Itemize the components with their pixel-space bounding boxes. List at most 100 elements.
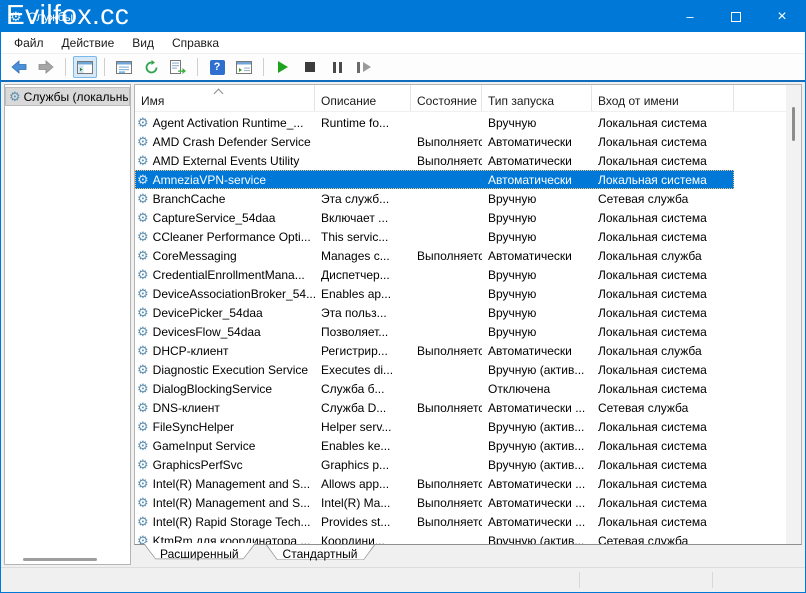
service-name: AMD External Events Utility (153, 154, 300, 168)
service-name: DHCP-клиент (153, 344, 229, 358)
service-startup-type: Вручную (482, 287, 592, 301)
maximize-button[interactable] (713, 1, 759, 32)
service-gear-icon: ⚙ (137, 324, 149, 340)
service-gear-icon: ⚙ (137, 457, 149, 473)
restart-service-icon[interactable] (352, 56, 376, 78)
refresh-icon[interactable] (139, 56, 163, 78)
scrollbar-thumb[interactable] (792, 107, 795, 141)
column-header-name[interactable]: Имя (135, 85, 315, 111)
service-name: CCleaner Performance Opti... (153, 230, 311, 244)
status-bar (1, 567, 805, 592)
show-action-pane-icon[interactable] (232, 56, 256, 78)
table-row[interactable]: ⚙DeviceAssociationBroker_54... Enables a… (135, 284, 785, 303)
table-row[interactable]: ⚙GameInput Service Enables ke... Вручную… (135, 436, 785, 455)
service-startup-type: Вручную (актив... (482, 458, 592, 472)
table-row[interactable]: ⚙AmneziaVPN-service Автоматически Локаль… (135, 170, 734, 189)
toolbar: ? (1, 54, 805, 80)
service-description: Координи... (315, 534, 411, 545)
service-gear-icon: ⚙ (137, 400, 149, 416)
list-vertical-scrollbar[interactable] (786, 85, 801, 544)
service-logon-as: Локальная система (592, 458, 734, 472)
table-row[interactable]: ⚙DevicesFlow_54daa Позволяет... Вручную … (135, 322, 785, 341)
table-row[interactable]: ⚙Intel(R) Management and S... Allows app… (135, 474, 785, 493)
table-row[interactable]: ⚙CredentialEnrollmentMana... Диспетчер..… (135, 265, 785, 284)
column-header-status[interactable]: Состояние (411, 85, 482, 111)
table-row[interactable]: ⚙AMD External Events Utility Выполняется… (135, 151, 785, 170)
service-gear-icon: ⚙ (137, 514, 149, 530)
stop-service-icon[interactable] (298, 56, 322, 78)
service-startup-type: Вручную (актив... (482, 420, 592, 434)
show-console-tree-icon[interactable] (73, 56, 97, 78)
service-description: Executes di... (315, 363, 411, 377)
service-name: GraphicsPerfSvc (153, 458, 243, 472)
service-name: Agent Activation Runtime_... (153, 116, 304, 130)
table-row[interactable]: ⚙Intel(R) Management and S... Intel(R) M… (135, 493, 785, 512)
service-startup-type: Вручную (актив... (482, 439, 592, 453)
tree-horizontal-scrollbar[interactable] (23, 558, 97, 561)
properties-icon[interactable] (112, 56, 136, 78)
service-table-body: ⚙Agent Activation Runtime_... Runtime fo… (135, 113, 785, 544)
service-startup-type: Автоматически ... (482, 515, 592, 529)
forward-icon[interactable] (34, 56, 58, 78)
service-gear-icon: ⚙ (137, 381, 149, 397)
table-row[interactable]: ⚙AMD Crash Defender Service Выполняется … (135, 132, 785, 151)
start-service-icon[interactable] (271, 56, 295, 78)
table-row[interactable]: ⚙Diagnostic Execution Service Executes d… (135, 360, 785, 379)
pause-service-icon[interactable] (325, 56, 349, 78)
service-logon-as: Локальная система (592, 496, 734, 510)
menu-file[interactable]: Файл (5, 34, 53, 52)
service-name: Intel(R) Management and S... (153, 477, 310, 491)
menu-view[interactable]: Вид (123, 34, 163, 52)
menu-action[interactable]: Действие (53, 34, 124, 52)
service-description: Enables ke... (315, 439, 411, 453)
service-status: Выполняется (411, 249, 482, 263)
service-startup-type: Вручную (482, 211, 592, 225)
close-button[interactable]: × (759, 1, 805, 32)
services-list: Имя Описание Состояние Тип запуска Вход … (134, 84, 802, 545)
table-row[interactable]: ⚙DialogBlockingService Служба б... Отклю… (135, 379, 785, 398)
service-startup-type: Отключена (482, 382, 592, 396)
service-startup-type: Автоматически ... (482, 496, 592, 510)
service-name: AmneziaVPN-service (153, 173, 266, 187)
service-gear-icon: ⚙ (137, 248, 149, 264)
title-bar: ⚙ Службы Evilfox.cc – × (1, 1, 805, 32)
table-row[interactable]: ⚙DNS-клиент Служба D... Выполняется Авто… (135, 398, 785, 417)
table-row[interactable]: ⚙DevicePicker_54daa Эта польз... Вручную… (135, 303, 785, 322)
menu-help[interactable]: Справка (163, 34, 228, 52)
service-gear-icon: ⚙ (137, 476, 149, 492)
service-name: CoreMessaging (153, 249, 237, 263)
table-row[interactable]: ⚙BranchCache Эта служб... Вручную Сетева… (135, 189, 785, 208)
service-gear-icon: ⚙ (137, 115, 149, 131)
minimize-button[interactable]: – (667, 1, 713, 32)
toolbar-separator (263, 58, 264, 76)
toolbar-separator (104, 58, 105, 76)
column-header-startup-type[interactable]: Тип запуска (482, 85, 592, 111)
service-startup-type: Автоматически (482, 135, 592, 149)
table-row[interactable]: ⚙FileSyncHelper Helper serv... Вручную (… (135, 417, 785, 436)
export-list-icon[interactable] (166, 56, 190, 78)
table-row[interactable]: ⚙GraphicsPerfSvc Graphics p... Вручную (… (135, 455, 785, 474)
watermark-text: Evilfox.cc (6, 0, 129, 31)
tree-item-services-local[interactable]: ⚙ Службы (локальны (5, 87, 130, 106)
tab-standard[interactable]: Стандартный (266, 545, 375, 564)
service-name: DevicesFlow_54daa (153, 325, 261, 339)
service-gear-icon: ⚙ (137, 438, 149, 454)
back-icon[interactable] (7, 56, 31, 78)
table-row[interactable]: ⚙CaptureService_54daa Включает ... Вручн… (135, 208, 785, 227)
column-header-description[interactable]: Описание (315, 85, 411, 111)
table-row[interactable]: ⚙CoreMessaging Manages c... Выполняется … (135, 246, 785, 265)
service-gear-icon: ⚙ (137, 191, 149, 207)
table-row[interactable]: ⚙Intel(R) Rapid Storage Tech... Provides… (135, 512, 785, 531)
tab-extended[interactable]: Расширенный (143, 545, 256, 564)
table-row[interactable]: ⚙CCleaner Performance Opti... This servi… (135, 227, 785, 246)
column-header-logon-as[interactable]: Вход от имени (592, 85, 734, 111)
service-description: Helper serv... (315, 420, 411, 434)
table-row[interactable]: ⚙Agent Activation Runtime_... Runtime fo… (135, 113, 785, 132)
help-icon[interactable]: ? (205, 56, 229, 78)
service-gear-icon: ⚙ (137, 134, 149, 150)
service-description: Регистрир... (315, 344, 411, 358)
table-row[interactable]: ⚙DHCP-клиент Регистрир... Выполняется Ав… (135, 341, 785, 360)
service-logon-as: Локальная система (592, 268, 734, 282)
service-name: Intel(R) Management and S... (153, 496, 310, 510)
service-logon-as: Локальная система (592, 173, 734, 187)
